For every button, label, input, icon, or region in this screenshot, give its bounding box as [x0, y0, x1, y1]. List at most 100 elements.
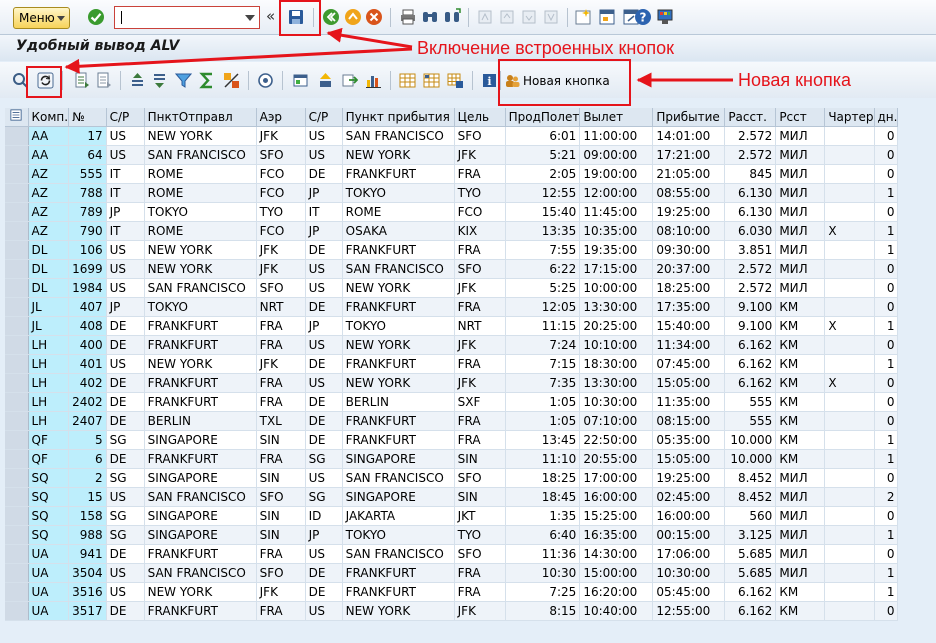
column-header-flight-time[interactable]: ПродПолет: [505, 108, 581, 127]
find-next-icon[interactable]: [443, 8, 461, 26]
find-icon[interactable]: [421, 8, 439, 26]
create-shortcut-icon[interactable]: [598, 8, 616, 26]
table-row[interactable]: AZ 789 JP TOKYO TYO IT ROME FCO 15:40 11:45:00 19:…: [5, 202, 899, 222]
table-row[interactable]: JL 408 DE FRANKFURT FRA JP TOKYO NRT 11:15 20:25:…: [5, 316, 899, 336]
select-all-icon[interactable]: [72, 71, 90, 89]
new-session-icon[interactable]: [574, 8, 592, 26]
sort-descending-icon[interactable]: [150, 71, 168, 89]
previous-page-icon[interactable]: [498, 8, 516, 26]
row-selector[interactable]: [5, 202, 29, 222]
column-header-distance[interactable]: Расст.: [724, 108, 777, 127]
views-icon[interactable]: [291, 71, 309, 89]
menu-button[interactable]: Меню: [13, 7, 70, 29]
table-row[interactable]: DL 1984 US SAN FRANCISCO SFO US NEW YORK JFK 5:2…: [5, 278, 899, 298]
row-selector[interactable]: [5, 563, 29, 583]
help-icon[interactable]: ?: [634, 8, 652, 26]
row-selector[interactable]: [5, 506, 29, 526]
first-page-icon[interactable]: [476, 8, 494, 26]
last-page-icon[interactable]: [542, 8, 560, 26]
column-header-days[interactable]: дн.: [874, 108, 899, 127]
table-row[interactable]: SQ 158 SG SINGAPORE SIN ID JAKARTA JKT 1:35 15:25…: [5, 506, 899, 526]
filter-icon[interactable]: [174, 71, 192, 89]
row-selector[interactable]: [5, 164, 29, 184]
table-row[interactable]: AZ 555 IT ROME FCO DE FRANKFURT FRA 2:05 19:00:00…: [5, 164, 899, 184]
table-row[interactable]: LH 2402 DE FRANKFURT FRA DE BERLIN SXF 1:05 10:30…: [5, 392, 899, 412]
select-all-rows-button[interactable]: [5, 108, 29, 127]
table-row[interactable]: UA 3516 US NEW YORK JFK DE FRANKFURT FRA 7:25 16:…: [5, 582, 899, 602]
collapse-command-icon[interactable]: «: [266, 7, 275, 25]
print-icon[interactable]: [399, 8, 417, 26]
row-selector[interactable]: [5, 221, 29, 241]
info-icon[interactable]: i: [480, 71, 498, 89]
table-row[interactable]: SQ 15 US SAN FRANCISCO SFO SG SINGAPORE SIN 18:4…: [5, 487, 899, 507]
column-header-distance-unit[interactable]: Рсст: [775, 108, 826, 127]
table-row[interactable]: LH 400 DE FRANKFURT FRA US NEW YORK JFK 7:24 10:1…: [5, 335, 899, 355]
row-selector[interactable]: [5, 354, 29, 374]
column-header-connection[interactable]: №: [68, 108, 107, 127]
save-layout-icon[interactable]: [446, 71, 464, 89]
row-selector[interactable]: [5, 449, 29, 469]
command-field[interactable]: [114, 6, 260, 29]
row-selector[interactable]: [5, 487, 29, 507]
exit-icon[interactable]: [344, 8, 362, 26]
row-selector[interactable]: [5, 316, 29, 336]
table-row[interactable]: AA 64 US SAN FRANCISCO SFO US NEW YORK JFK 5:21 0…: [5, 145, 899, 165]
table-row[interactable]: UA 3504 US SAN FRANCISCO SFO DE FRANKFURT FRA 10…: [5, 563, 899, 583]
table-row[interactable]: DL 1699 US NEW YORK JFK US SAN FRANCISCO SFO 6:2…: [5, 259, 899, 279]
table-row[interactable]: QF 6 DE FRANKFURT FRA SG SINGAPORE SIN 11:10 20:5…: [5, 449, 899, 469]
row-selector[interactable]: [5, 544, 29, 564]
table-row[interactable]: LH 402 DE FRANKFURT FRA US NEW YORK JFK 7:35 13:3…: [5, 373, 899, 393]
column-header-arrival[interactable]: Прибытие: [652, 108, 726, 127]
export-icon[interactable]: [316, 71, 334, 89]
table-row[interactable]: QF 5 SG SINGAPORE SIN DE FRANKFURT FRA 13:45 22:5…: [5, 430, 899, 450]
table-row[interactable]: AZ 790 IT ROME FCO JP OSAKA KIX 13:35 10:35:00 08:…: [5, 221, 899, 241]
table-row[interactable]: UA 3517 DE FRANKFURT FRA US NEW YORK JFK 8:15 10:…: [5, 601, 899, 621]
table-row[interactable]: AZ 788 IT ROME FCO JP TOKYO TYO 12:55 12:00:00 08:…: [5, 183, 899, 203]
table-row[interactable]: AA 17 US NEW YORK JFK US SAN FRANCISCO SFO 6:01 1…: [5, 126, 899, 146]
choose-layout-icon[interactable]: [422, 71, 440, 89]
subtotal-icon[interactable]: [222, 71, 240, 89]
row-selector[interactable]: [5, 183, 29, 203]
row-selector[interactable]: [5, 335, 29, 355]
row-selector[interactable]: [5, 373, 29, 393]
column-header-carrier[interactable]: Комп.: [28, 108, 70, 127]
deselect-all-icon[interactable]: [94, 71, 112, 89]
column-header-city-to[interactable]: Пункт прибытия: [342, 108, 455, 127]
row-selector[interactable]: [5, 468, 29, 488]
change-layout-icon[interactable]: [398, 71, 416, 89]
column-header-airport-to[interactable]: Цель: [454, 108, 506, 127]
row-selector[interactable]: [5, 525, 29, 545]
command-dropdown-icon[interactable]: [245, 15, 255, 21]
row-selector[interactable]: [5, 392, 29, 412]
column-header-city-from[interactable]: ПнктОтправл: [144, 108, 257, 127]
column-header-country-to[interactable]: С/Р: [305, 108, 343, 127]
row-selector[interactable]: [5, 430, 29, 450]
row-selector[interactable]: [5, 601, 29, 621]
table-row[interactable]: LH 401 US NEW YORK JFK DE FRANKFURT FRA 7:15 18:3…: [5, 354, 899, 374]
back-icon[interactable]: [322, 8, 340, 26]
send-icon[interactable]: [340, 71, 358, 89]
sort-ascending-icon[interactable]: [128, 71, 146, 89]
table-row[interactable]: LH 2407 DE BERLIN TXL DE FRANKFURT FRA 1:05 07:10…: [5, 411, 899, 431]
row-selector[interactable]: [5, 259, 29, 279]
row-selector[interactable]: [5, 278, 29, 298]
sum-icon[interactable]: [198, 71, 216, 89]
row-selector[interactable]: [5, 240, 29, 260]
column-header-airport-from[interactable]: Аэр: [256, 108, 306, 127]
table-row[interactable]: DL 106 US NEW YORK JFK DE FRANKFURT FRA 7:55 19:3…: [5, 240, 899, 260]
row-selector[interactable]: [5, 126, 29, 146]
row-selector[interactable]: [5, 582, 29, 602]
row-selector[interactable]: [5, 145, 29, 165]
column-header-country-from[interactable]: С/Р: [106, 108, 145, 127]
enter-check-icon[interactable]: [87, 8, 105, 26]
column-header-departure[interactable]: Вылет: [579, 108, 654, 127]
table-row[interactable]: SQ 988 SG SINGAPORE SIN JP TOKYO TYO 6:40 16:35:0…: [5, 525, 899, 545]
column-header-charter[interactable]: Чартер: [824, 108, 875, 127]
graphic-icon[interactable]: [364, 71, 382, 89]
row-selector[interactable]: [5, 297, 29, 317]
row-selector[interactable]: [5, 411, 29, 431]
customize-layout-icon[interactable]: [656, 8, 674, 26]
cancel-icon[interactable]: [365, 8, 383, 26]
command-input[interactable]: [115, 7, 241, 28]
next-page-icon[interactable]: [520, 8, 538, 26]
